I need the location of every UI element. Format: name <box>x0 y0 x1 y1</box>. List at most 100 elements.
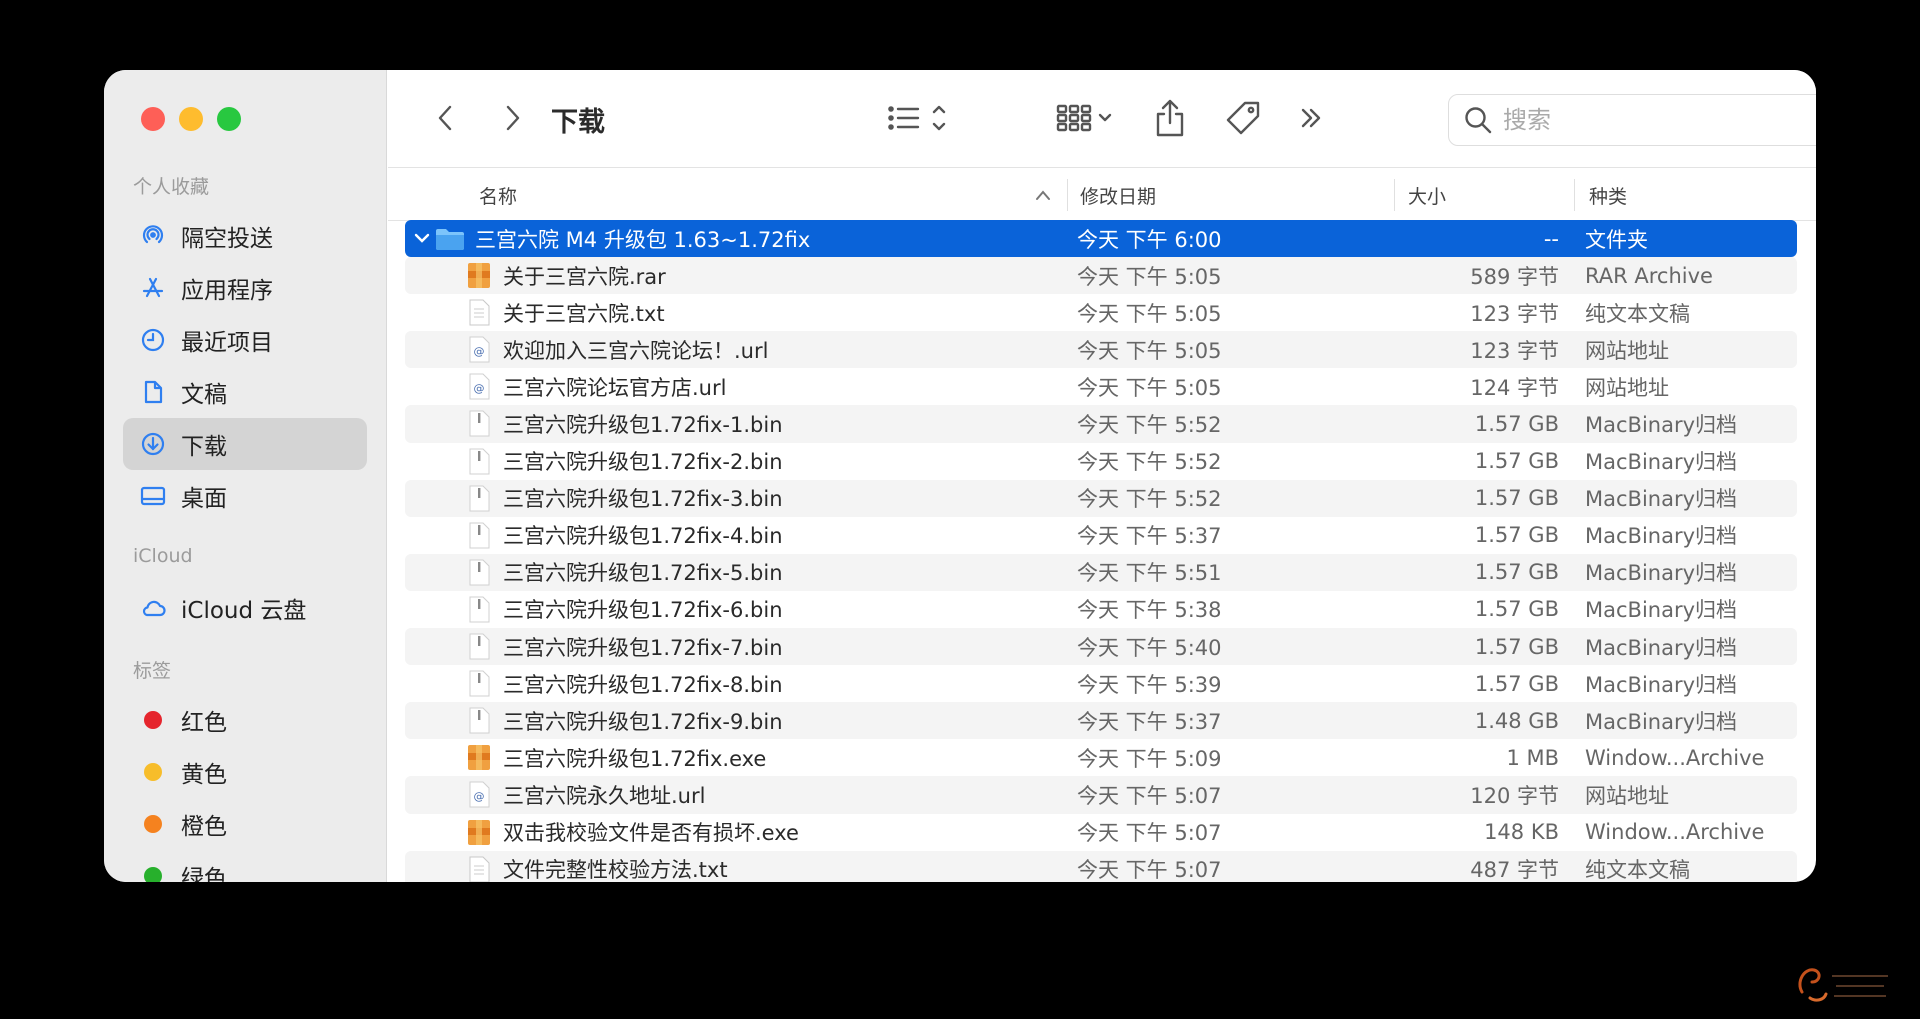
file-row[interactable]: 三宫六院升级包1.72fix-9.bin 今天 下午 5:37 1.48 GB Mac… <box>405 702 1797 740</box>
bin-file-icon <box>469 707 490 734</box>
sidebar-tag-yellow[interactable]: 黄色 <box>123 746 367 798</box>
sidebar-item-recents[interactable]: 最近项目 <box>123 314 367 366</box>
sidebar-item-label: 最近项目 <box>181 330 273 356</box>
file-size: 1.57 GB <box>1474 523 1559 548</box>
tag-button[interactable] <box>1220 96 1268 142</box>
search-icon <box>1465 107 1492 134</box>
sidebar-item-documents[interactable]: 文稿 <box>123 366 367 418</box>
search-input[interactable] <box>1503 106 1816 134</box>
file-size: 1.57 GB <box>1474 411 1559 436</box>
file-row[interactable]: 关于三宫六院.txt 今天 下午 5:05 123 字节 纯文本文稿 <box>405 294 1797 331</box>
file-name: 三宫六院升级包1.72fix-5.bin <box>503 561 783 586</box>
bin-file-icon <box>469 410 490 437</box>
file-date: 今天 下午 5:07 <box>1077 783 1222 808</box>
file-date: 今天 下午 5:09 <box>1077 746 1222 771</box>
file-date: 今天 下午 6:00 <box>1077 227 1222 252</box>
text-file-icon <box>469 299 490 326</box>
desktop-icon <box>137 480 169 512</box>
file-row[interactable]: 三宫六院升级包1.72fix.exe 今天 下午 5:09 1 MB Window..… <box>405 739 1797 776</box>
file-size: -- <box>1543 226 1559 251</box>
view-options-button[interactable] <box>884 98 958 138</box>
sidebar-tag-orange[interactable]: 橙色 <box>123 798 367 850</box>
file-date: 今天 下午 5:37 <box>1077 709 1222 734</box>
file-kind: RAR Archive <box>1585 263 1713 288</box>
file-date: 今天 下午 5:38 <box>1077 598 1222 623</box>
file-row[interactable]: 文件完整性校验方法.txt 今天 下午 5:07 487 字节 纯文本文稿 <box>405 850 1797 882</box>
column-size[interactable]: 大小 <box>1408 169 1446 221</box>
more-button[interactable] <box>1292 100 1332 136</box>
sidebar-item-label: iCloud 云盘 <box>181 598 307 624</box>
file-kind: MacBinary归档 <box>1585 412 1738 437</box>
file-row[interactable]: 三宫六院升级包1.72fix-4.bin 今天 下午 5:37 1.57 GB Mac… <box>405 517 1797 554</box>
sidebar-item-label: 应用程序 <box>181 278 273 304</box>
sidebar-item-icloud-drive[interactable]: iCloud 云盘 <box>123 582 367 634</box>
disclosure-chevron-down-icon[interactable] <box>413 229 431 247</box>
close-button[interactable] <box>141 107 165 131</box>
file-row[interactable]: 三宫六院升级包1.72fix-2.bin 今天 下午 5:52 1.57 GB Mac… <box>405 443 1797 480</box>
column-divider[interactable] <box>1394 179 1395 211</box>
file-row[interactable]: 三宫六院升级包1.72fix-3.bin 今天 下午 5:52 1.57 GB Mac… <box>405 479 1797 517</box>
file-kind: MacBinary归档 <box>1585 709 1738 734</box>
sidebar-item-airdrop[interactable]: 隔空投送 <box>123 210 367 262</box>
tag-color-dot <box>144 711 162 729</box>
file-size: 148 KB <box>1484 820 1559 844</box>
file-row[interactable]: @ 欢迎加入三宫六院论坛！.url 今天 下午 5:05 123 字节 网站地址 <box>405 331 1797 369</box>
file-size: 487 字节 <box>1470 858 1559 882</box>
column-divider[interactable] <box>1574 179 1575 211</box>
file-row[interactable]: 三宫六院升级包1.72fix-6.bin 今天 下午 5:38 1.57 GB Mac… <box>405 591 1797 628</box>
file-row[interactable]: 三宫六院升级包1.72fix-7.bin 今天 下午 5:40 1.57 GB Mac… <box>405 628 1797 666</box>
bin-file-icon <box>469 596 490 623</box>
tag-color-dot <box>144 867 162 882</box>
applications-icon <box>137 272 169 304</box>
back-button[interactable] <box>428 100 464 136</box>
list-view-icon <box>888 105 946 131</box>
column-date[interactable]: 修改日期 <box>1080 169 1156 221</box>
sidebar-tag-green[interactable]: 绿色 <box>123 850 367 882</box>
file-date: 今天 下午 5:05 <box>1077 264 1222 289</box>
file-kind: MacBinary归档 <box>1585 672 1738 697</box>
file-size: 1.57 GB <box>1474 671 1559 696</box>
file-name: 三宫六院论坛官方店.url <box>503 375 727 400</box>
file-name: 三宫六院升级包1.72fix-6.bin <box>503 598 783 623</box>
search-field[interactable] <box>1448 94 1816 146</box>
column-kind[interactable]: 种类 <box>1589 169 1627 221</box>
sidebar-tag-red[interactable]: 红色 <box>123 694 367 746</box>
chevron-left-icon <box>438 105 452 131</box>
folder-icon <box>436 229 464 250</box>
share-button[interactable] <box>1148 94 1192 142</box>
clock-icon <box>137 324 169 356</box>
file-row[interactable]: 三宫六院升级包1.72fix-5.bin 今天 下午 5:51 1.57 GB Mac… <box>405 553 1797 591</box>
file-name: 关于三宫六院.rar <box>503 264 666 289</box>
folder-row[interactable]: 三宫六院 M4 升级包 1.63~1.72fix 今天 下午 6:00 -- 文件夹 <box>405 220 1797 258</box>
file-row[interactable]: @ 三宫六院永久地址.url 今天 下午 5:07 120 字节 网站地址 <box>405 776 1797 814</box>
minimize-button[interactable] <box>179 107 203 131</box>
file-row[interactable]: 三宫六院升级包1.72fix-1.bin 今天 下午 5:52 1.57 GB Mac… <box>405 405 1797 443</box>
sidebar-item-downloads[interactable]: 下载 <box>123 418 367 470</box>
column-name[interactable]: 名称 <box>479 169 517 221</box>
file-name: 三宫六院升级包1.72fix-7.bin <box>503 635 783 660</box>
sidebar-item-desktop[interactable]: 桌面 <box>123 470 367 522</box>
file-row[interactable]: 双击我校验文件是否有损坏.exe 今天 下午 5:07 148 KB Window..… <box>405 814 1797 851</box>
svg-text:@: @ <box>474 790 485 803</box>
svg-text:@: @ <box>474 345 485 358</box>
file-kind: 纯文本文稿 <box>1585 858 1690 882</box>
column-kind-label: 种类 <box>1589 185 1628 208</box>
file-name: 三宫六院升级包1.72fix-1.bin <box>503 412 783 437</box>
favorites-section-label: 个人收藏 <box>133 176 210 198</box>
file-name: 三宫六院升级包1.72fix-4.bin <box>503 524 783 549</box>
file-row[interactable]: 关于三宫六院.rar 今天 下午 5:05 589 字节 RAR Archive <box>405 257 1797 295</box>
text-file-icon <box>469 856 490 882</box>
file-row[interactable]: @ 三宫六院论坛官方店.url 今天 下午 5:05 124 字节 网站地址 <box>405 368 1797 405</box>
zoom-button[interactable] <box>217 107 241 131</box>
sidebar-item-applications[interactable]: 应用程序 <box>123 262 367 314</box>
file-kind: MacBinary归档 <box>1585 487 1738 512</box>
file-list: 三宫六院 M4 升级包 1.63~1.72fix 今天 下午 6:00 -- 文件夹关… <box>405 220 1797 882</box>
file-size: 123 字节 <box>1470 338 1559 363</box>
file-row[interactable]: 三宫六院升级包1.72fix-8.bin 今天 下午 5:39 1.57 GB Mac… <box>405 665 1797 702</box>
archive-file-icon <box>468 263 490 289</box>
column-divider[interactable] <box>1067 179 1068 211</box>
sort-ascending-icon <box>1034 169 1052 221</box>
forward-button[interactable] <box>494 100 530 136</box>
group-button[interactable] <box>1052 98 1126 138</box>
document-icon <box>137 376 169 408</box>
